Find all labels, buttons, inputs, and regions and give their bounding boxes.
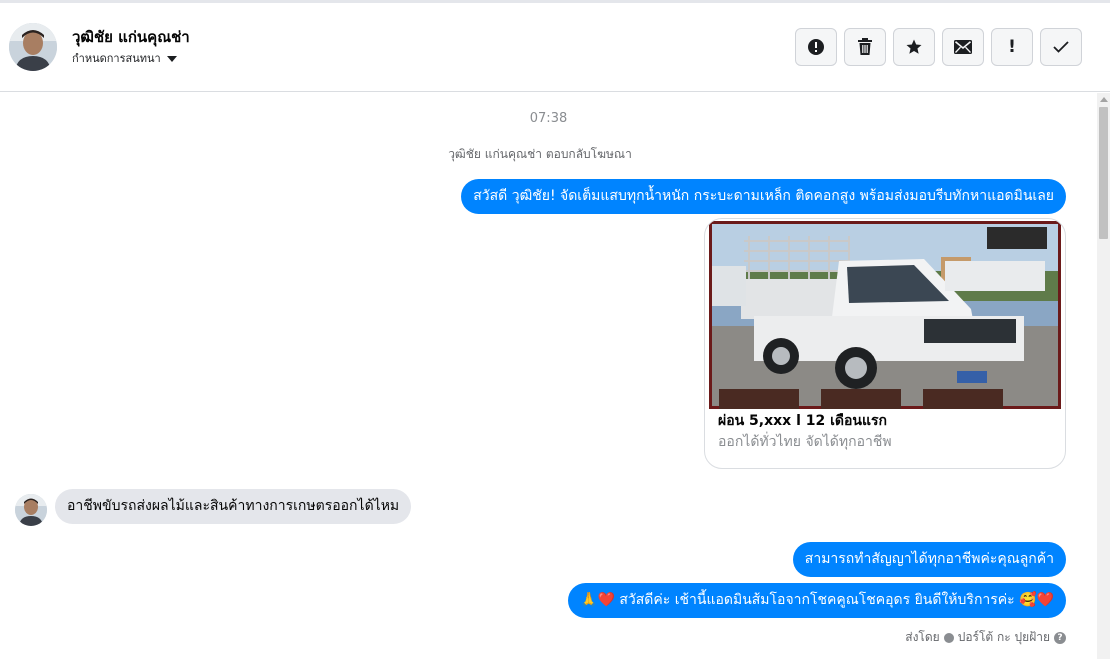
- conversation-header: วุฒิชัย แก่นคุณช่า กำหนดการสนทนา !: [0, 3, 1110, 92]
- caret-down-icon: [166, 55, 177, 62]
- trash-icon: [858, 38, 872, 55]
- mark-important-button[interactable]: !: [991, 28, 1033, 66]
- sent-by-row: ส่งโดย ปอร์โต้ กะ ปุยฝ้าย ?: [905, 628, 1066, 647]
- contact-avatar-small[interactable]: [15, 494, 47, 526]
- ad-card-subtitle: ออกได้ทั่วไทย จัดได้ทุกอาชีพ: [718, 434, 892, 450]
- ad-card-title: ผ่อน 5,xxx l 12 เดือนแรก: [718, 413, 887, 429]
- ad-reply-note: วุฒิชัย แก่นคุณช่า ตอบกลับโฆษณา: [448, 147, 632, 161]
- exclamation-icon: !: [1008, 37, 1016, 57]
- sender-name: ปอร์โต้ กะ ปุยฝ้าย: [957, 630, 1050, 644]
- message-bubble-incoming: อาชีพขับรถส่งผลไม้และสินค้าทางการเกษตรออ…: [55, 489, 412, 524]
- check-icon: [1053, 41, 1069, 53]
- contact-name: วุฒิชัย แก่นคุณช่า: [72, 28, 190, 46]
- sender-status-icon: [943, 632, 954, 643]
- scroll-up-arrow-icon[interactable]: [1100, 97, 1108, 102]
- inbox-conversation-view: วุฒิชัย แก่นคุณช่า กำหนดการสนทนา ! 07:38…: [0, 0, 1110, 659]
- conversation-actions: !: [795, 28, 1082, 66]
- ad-vehicle-image: [709, 221, 1061, 409]
- help-icon[interactable]: ?: [1054, 631, 1066, 644]
- star-button[interactable]: [893, 28, 935, 66]
- mark-done-button[interactable]: [1040, 28, 1082, 66]
- mark-unread-button[interactable]: [942, 28, 984, 66]
- message-thread[interactable]: 07:38 วุฒิชัย แก่นคุณช่า ตอบกลับโฆษณา สว…: [0, 93, 1097, 659]
- envelope-icon: [954, 40, 972, 54]
- sent-by-label: ส่งโดย: [905, 630, 940, 644]
- message-bubble-outgoing: สวัสดี วุฒิชัย! จัดเต็มแสบทุกน้ำหนัก กระ…: [461, 179, 1066, 214]
- message-timestamp: 07:38: [529, 111, 568, 126]
- contact-avatar[interactable]: [9, 23, 57, 71]
- message-bubble-outgoing: สามารถทำสัญญาได้ทุกอาชีพค่ะคุณลูกค้า: [792, 542, 1066, 577]
- report-spam-button[interactable]: [795, 28, 837, 66]
- assign-conversation-dropdown[interactable]: กำหนดการสนทนา: [72, 49, 177, 67]
- delete-button[interactable]: [844, 28, 886, 66]
- ad-card-message[interactable]: ผ่อน 5,xxx l 12 เดือนแรก ออกได้ทั่วไทย จ…: [704, 218, 1066, 469]
- scroll-thumb[interactable]: [1099, 107, 1108, 239]
- star-icon: [906, 39, 922, 54]
- message-bubble-outgoing: 🙏❤️ สวัสดีค่ะ เช้านี้แอดมินส้มโอจากโชคคู…: [568, 583, 1066, 618]
- thread-scrollbar[interactable]: [1097, 93, 1110, 659]
- assign-label: กำหนดการสนทนา: [72, 52, 161, 65]
- alert-circle-icon: [808, 39, 824, 55]
